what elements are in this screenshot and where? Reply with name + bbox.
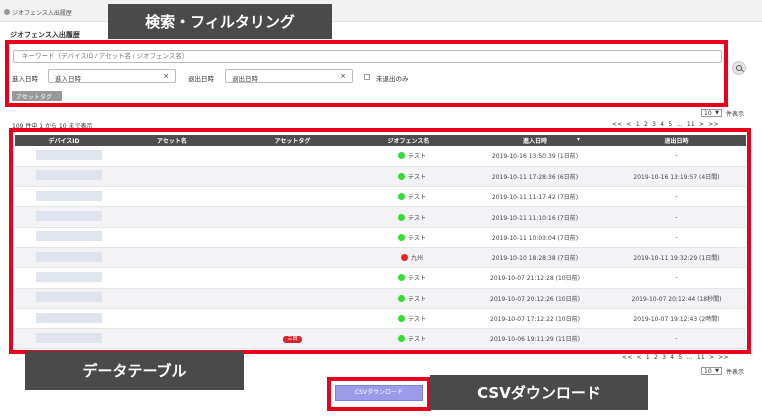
pagination-bottom[interactable]: << < 1 2 3 4 5 … 11 > >> xyxy=(622,354,729,361)
page-title: ジオフェンス入出履歴 xyxy=(10,31,80,39)
geofence-icon xyxy=(4,9,10,15)
chevron-down-icon: ▼ xyxy=(715,368,719,374)
per-page-select-bottom[interactable]: 10 ▼ xyxy=(701,367,722,375)
per-page-select-top[interactable]: 10 ▼ xyxy=(701,109,722,117)
search-button[interactable] xyxy=(732,61,746,75)
chevron-down-icon: ▼ xyxy=(715,110,719,116)
highlight-csv xyxy=(327,377,431,411)
per-page-value: 10 xyxy=(704,368,712,375)
breadcrumb[interactable]: ジオフェンス入出履歴 xyxy=(12,8,72,17)
pagination-top[interactable]: << < 1 2 3 4 5 … 11 > >> xyxy=(612,121,719,128)
callout-csv: CSVダウンロード xyxy=(430,375,648,410)
per-page-suffix: 件表示 xyxy=(726,111,745,118)
highlight-table xyxy=(9,128,751,354)
callout-filter: 検索・フィルタリング xyxy=(108,4,332,39)
per-page-suffix: 件表示 xyxy=(726,369,745,376)
per-page-value: 10 xyxy=(704,110,712,117)
highlight-filter xyxy=(5,40,728,107)
callout-table: データテーブル xyxy=(25,351,244,390)
